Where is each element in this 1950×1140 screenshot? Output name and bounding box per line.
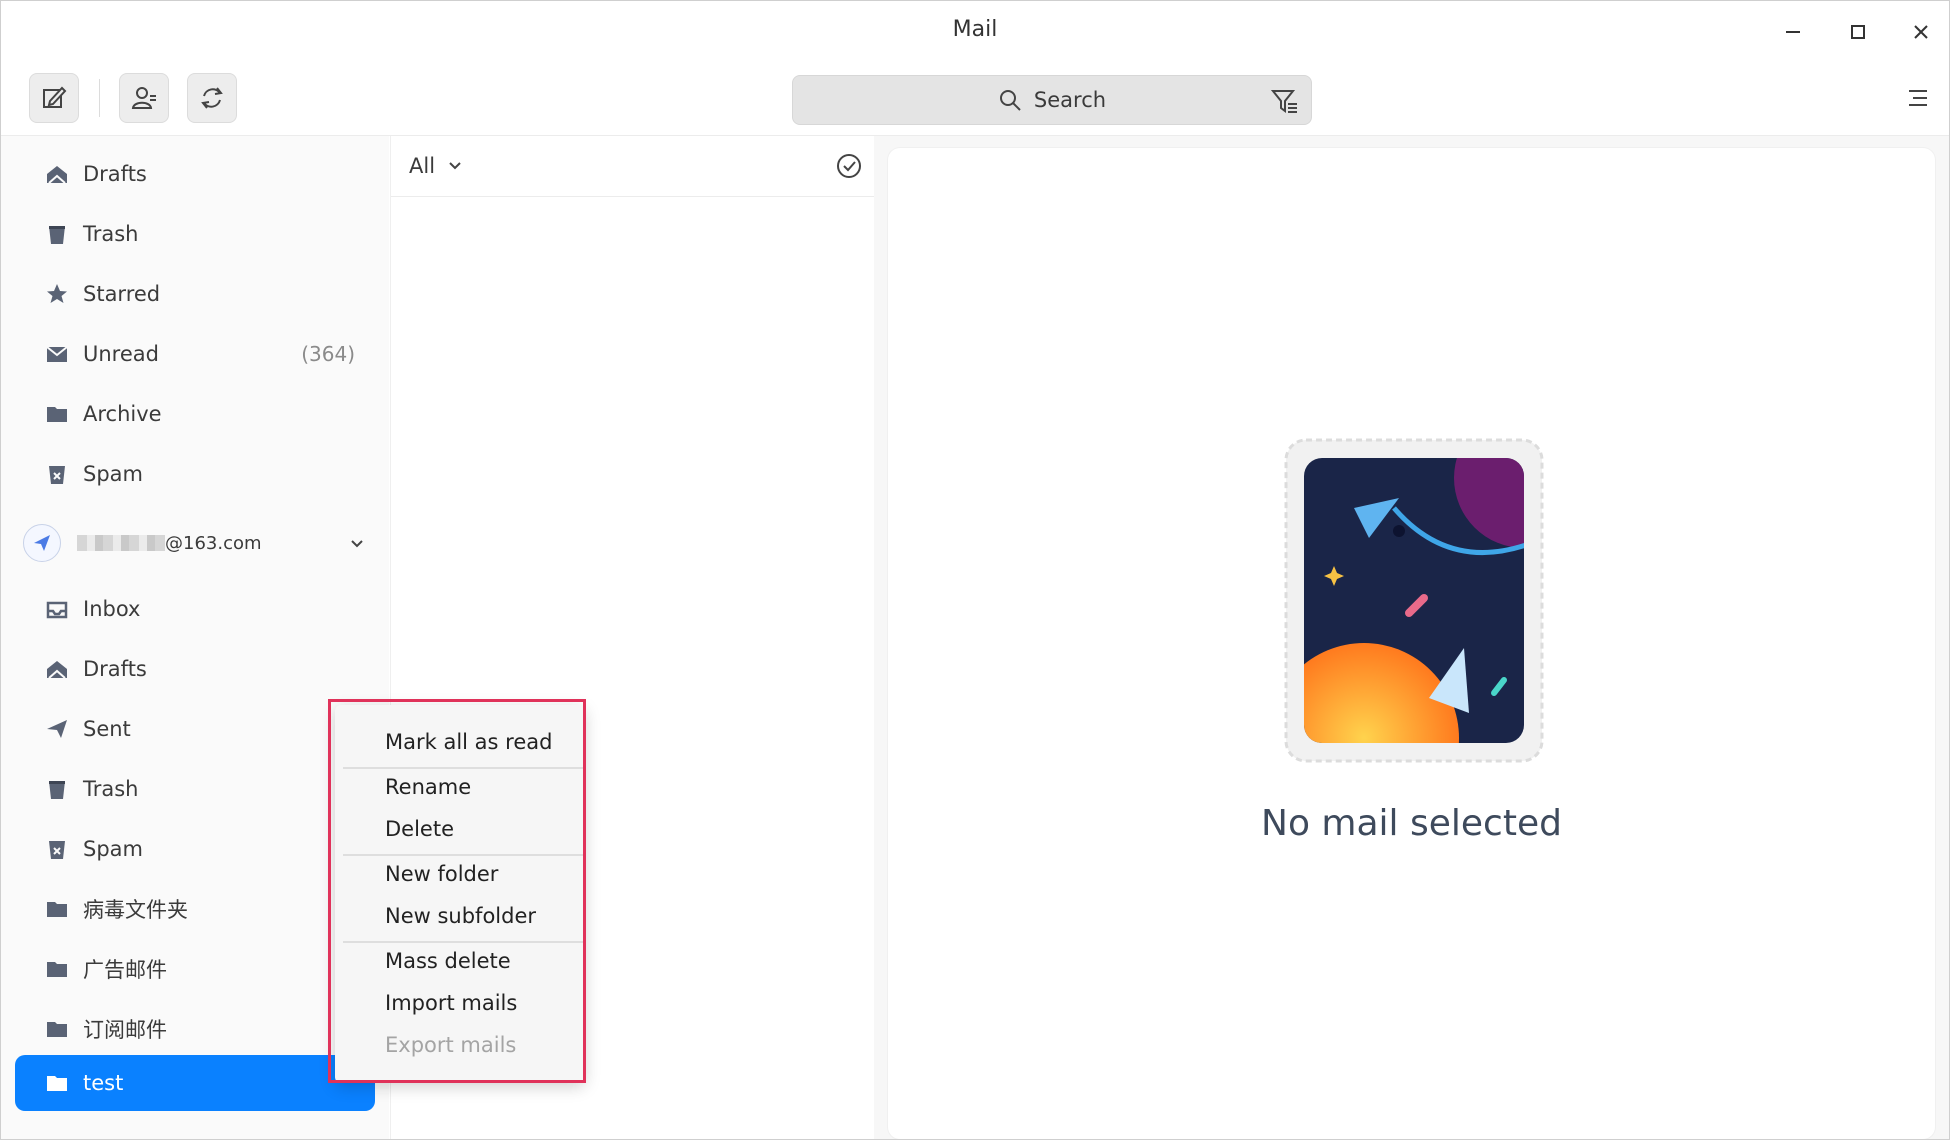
folder-context-menu: Mark all as read Rename Delete New folde… xyxy=(335,705,585,1083)
search-icon xyxy=(999,90,1021,111)
menu-item-mass-delete[interactable]: Mass delete xyxy=(335,941,585,981)
sidebar-item-label: Archive xyxy=(83,402,162,426)
sidebar-item-drafts[interactable]: Drafts xyxy=(15,146,375,202)
sidebar-item-label: test xyxy=(83,1071,124,1095)
menu-item-delete[interactable]: Delete xyxy=(335,809,585,849)
sidebar-item-label: 病毒文件夹 xyxy=(83,898,188,922)
folder-icon xyxy=(45,1071,69,1095)
toolbar: Search xyxy=(1,61,1949,136)
menu-item-rename[interactable]: Rename xyxy=(335,767,585,807)
account-avatar xyxy=(23,524,61,562)
refresh-button[interactable] xyxy=(187,73,237,123)
folder-icon xyxy=(45,957,69,981)
inbox-icon xyxy=(45,597,69,621)
sent-icon xyxy=(45,717,69,741)
sidebar-item-spam[interactable]: Spam xyxy=(15,821,375,877)
close-button[interactable] xyxy=(1904,15,1938,49)
menu-item-export-mails: Export mails xyxy=(385,1033,517,1057)
menu-item-import-mails[interactable]: Import mails xyxy=(335,983,585,1023)
main-menu-icon[interactable] xyxy=(1905,85,1931,111)
sidebar-item-trash[interactable]: Trash xyxy=(15,761,375,817)
contacts-button[interactable] xyxy=(119,73,169,123)
toolbar-divider xyxy=(99,79,100,117)
sidebar-item-label: 订阅邮件 xyxy=(83,1018,167,1042)
trash-icon xyxy=(45,222,69,246)
unread-icon xyxy=(45,342,69,366)
folder-sidebar: Drafts Trash Starred Unread (364) Archiv… xyxy=(1,136,389,1139)
redacted-username xyxy=(77,535,165,551)
sidebar-item-label: Starred xyxy=(83,282,161,306)
empty-state-text: No mail selected xyxy=(1261,803,1562,844)
minimize-icon xyxy=(1786,31,1800,33)
filter-icon[interactable] xyxy=(1271,87,1299,115)
sidebar-item-test[interactable]: test xyxy=(15,1055,375,1111)
chevron-down-icon[interactable] xyxy=(347,533,367,553)
mail-window: Mail Search Drafts Trash Starred Unread … xyxy=(0,0,1950,1140)
sidebar-item-label: Inbox xyxy=(83,597,141,621)
sidebar-item-inbox[interactable]: Inbox xyxy=(15,581,375,637)
maximize-icon xyxy=(1851,25,1865,39)
menu-item-new-folder[interactable]: New folder xyxy=(335,854,585,894)
compose-button[interactable] xyxy=(29,73,79,123)
maximize-button[interactable] xyxy=(1841,15,1875,49)
sidebar-item-drafts[interactable]: Drafts xyxy=(15,641,375,697)
contacts-icon xyxy=(131,87,156,109)
sidebar-item-label: 广告邮件 xyxy=(83,958,167,982)
folder-icon xyxy=(45,1017,69,1041)
sidebar-item-unread[interactable]: Unread (364) xyxy=(15,326,375,382)
message-list-header: All xyxy=(391,136,875,197)
search-placeholder: Search xyxy=(1033,88,1107,112)
account-header[interactable]: @163.com xyxy=(23,523,373,563)
stamp-illustration xyxy=(1284,438,1544,763)
unread-count: (364) xyxy=(301,342,355,366)
drafts-icon xyxy=(45,657,69,681)
sidebar-item-label: Drafts xyxy=(83,162,147,186)
reading-pane: No mail selected xyxy=(888,148,1935,1139)
folder-icon xyxy=(45,897,69,921)
menu-item-new-subfolder[interactable]: New subfolder xyxy=(335,896,585,936)
compose-icon xyxy=(43,86,67,108)
chevron-down-icon xyxy=(449,162,461,170)
sidebar-item-label: Sent xyxy=(83,717,131,741)
filter-dropdown-label: All xyxy=(409,154,436,178)
folder-icon xyxy=(45,402,69,426)
refresh-icon xyxy=(201,87,223,109)
filter-dropdown[interactable]: All xyxy=(409,154,463,178)
sidebar-item-spam[interactable]: Spam xyxy=(15,446,375,502)
close-icon xyxy=(1914,25,1928,39)
account-email: @163.com xyxy=(165,532,262,554)
menu-item-mark-all-read[interactable]: Mark all as read xyxy=(335,722,585,762)
sidebar-item-starred[interactable]: Starred xyxy=(15,266,375,322)
title-bar: Mail xyxy=(1,1,1949,61)
spam-icon xyxy=(45,462,69,486)
trash-icon xyxy=(45,777,69,801)
sidebar-item-virus-folder[interactable]: 病毒文件夹 xyxy=(15,881,375,937)
sidebar-item-subscriptions-folder[interactable]: 订阅邮件 ( xyxy=(15,1001,377,1057)
sidebar-item-archive[interactable]: Archive xyxy=(15,386,375,442)
sidebar-item-label: Trash xyxy=(83,777,139,801)
sidebar-item-ads-folder[interactable]: 广告邮件 xyxy=(15,941,375,997)
sidebar-item-label: Drafts xyxy=(83,657,147,681)
minimize-button[interactable] xyxy=(1776,15,1810,49)
search-box[interactable]: Search xyxy=(792,75,1312,125)
drafts-icon xyxy=(45,162,69,186)
spam-icon xyxy=(45,837,69,861)
sidebar-item-label: Unread xyxy=(83,342,159,366)
star-icon xyxy=(45,282,69,306)
paper-plane-icon xyxy=(34,535,50,551)
sidebar-item-trash[interactable]: Trash xyxy=(15,206,375,262)
sidebar-item-label: Spam xyxy=(83,837,143,861)
sidebar-item-label: Trash xyxy=(83,222,139,246)
sidebar-item-label: Spam xyxy=(83,462,143,486)
sidebar-item-sent[interactable]: Sent xyxy=(15,701,375,757)
select-all-icon[interactable] xyxy=(835,152,863,180)
window-title: Mail xyxy=(952,17,998,42)
